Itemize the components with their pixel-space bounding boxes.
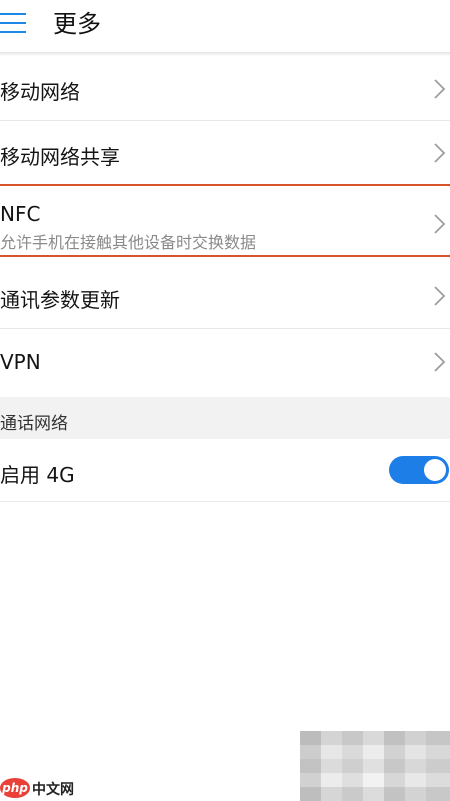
page-title: 更多 bbox=[53, 10, 101, 38]
settings-item-mobile-network[interactable]: 移动网络 bbox=[0, 56, 450, 121]
chevron-right-icon bbox=[434, 143, 446, 163]
settings-item-label: VPN bbox=[0, 350, 41, 374]
chevron-right-icon bbox=[434, 352, 446, 372]
settings-item-carrier-update[interactable]: 通讯参数更新 bbox=[0, 264, 450, 329]
settings-item-label: 通讯参数更新 bbox=[0, 288, 120, 312]
settings-item-tethering[interactable]: 移动网络共享 bbox=[0, 121, 450, 185]
hamburger-menu-icon[interactable] bbox=[0, 13, 27, 35]
settings-item-label: 移动网络共享 bbox=[0, 145, 120, 169]
chevron-right-icon bbox=[434, 286, 446, 306]
watermark-badge: php bbox=[0, 778, 30, 798]
pixelated-watermark bbox=[300, 731, 450, 801]
settings-item-enable-4g: 启用 4G bbox=[0, 439, 450, 502]
chevron-right-icon bbox=[434, 214, 446, 234]
settings-item-label: NFC bbox=[0, 202, 41, 226]
settings-item-nfc[interactable]: NFC 允许手机在接触其他设备时交换数据 bbox=[0, 186, 450, 255]
section-header-call-network: 通话网络 bbox=[0, 397, 450, 439]
settings-item-vpn[interactable]: VPN bbox=[0, 329, 450, 397]
chevron-right-icon bbox=[434, 79, 446, 99]
settings-item-sublabel: 允许手机在接触其他设备时交换数据 bbox=[0, 233, 257, 252]
watermark-text: 中文网 bbox=[32, 782, 74, 798]
enable-4g-toggle[interactable] bbox=[389, 456, 449, 484]
app-header: 更多 bbox=[0, 0, 450, 50]
toggle-knob bbox=[424, 459, 446, 481]
highlight-line-bottom bbox=[0, 255, 450, 257]
section-title: 通话网络 bbox=[0, 414, 68, 434]
settings-item-label: 启用 4G bbox=[0, 463, 75, 487]
settings-item-label: 移动网络 bbox=[0, 80, 80, 104]
